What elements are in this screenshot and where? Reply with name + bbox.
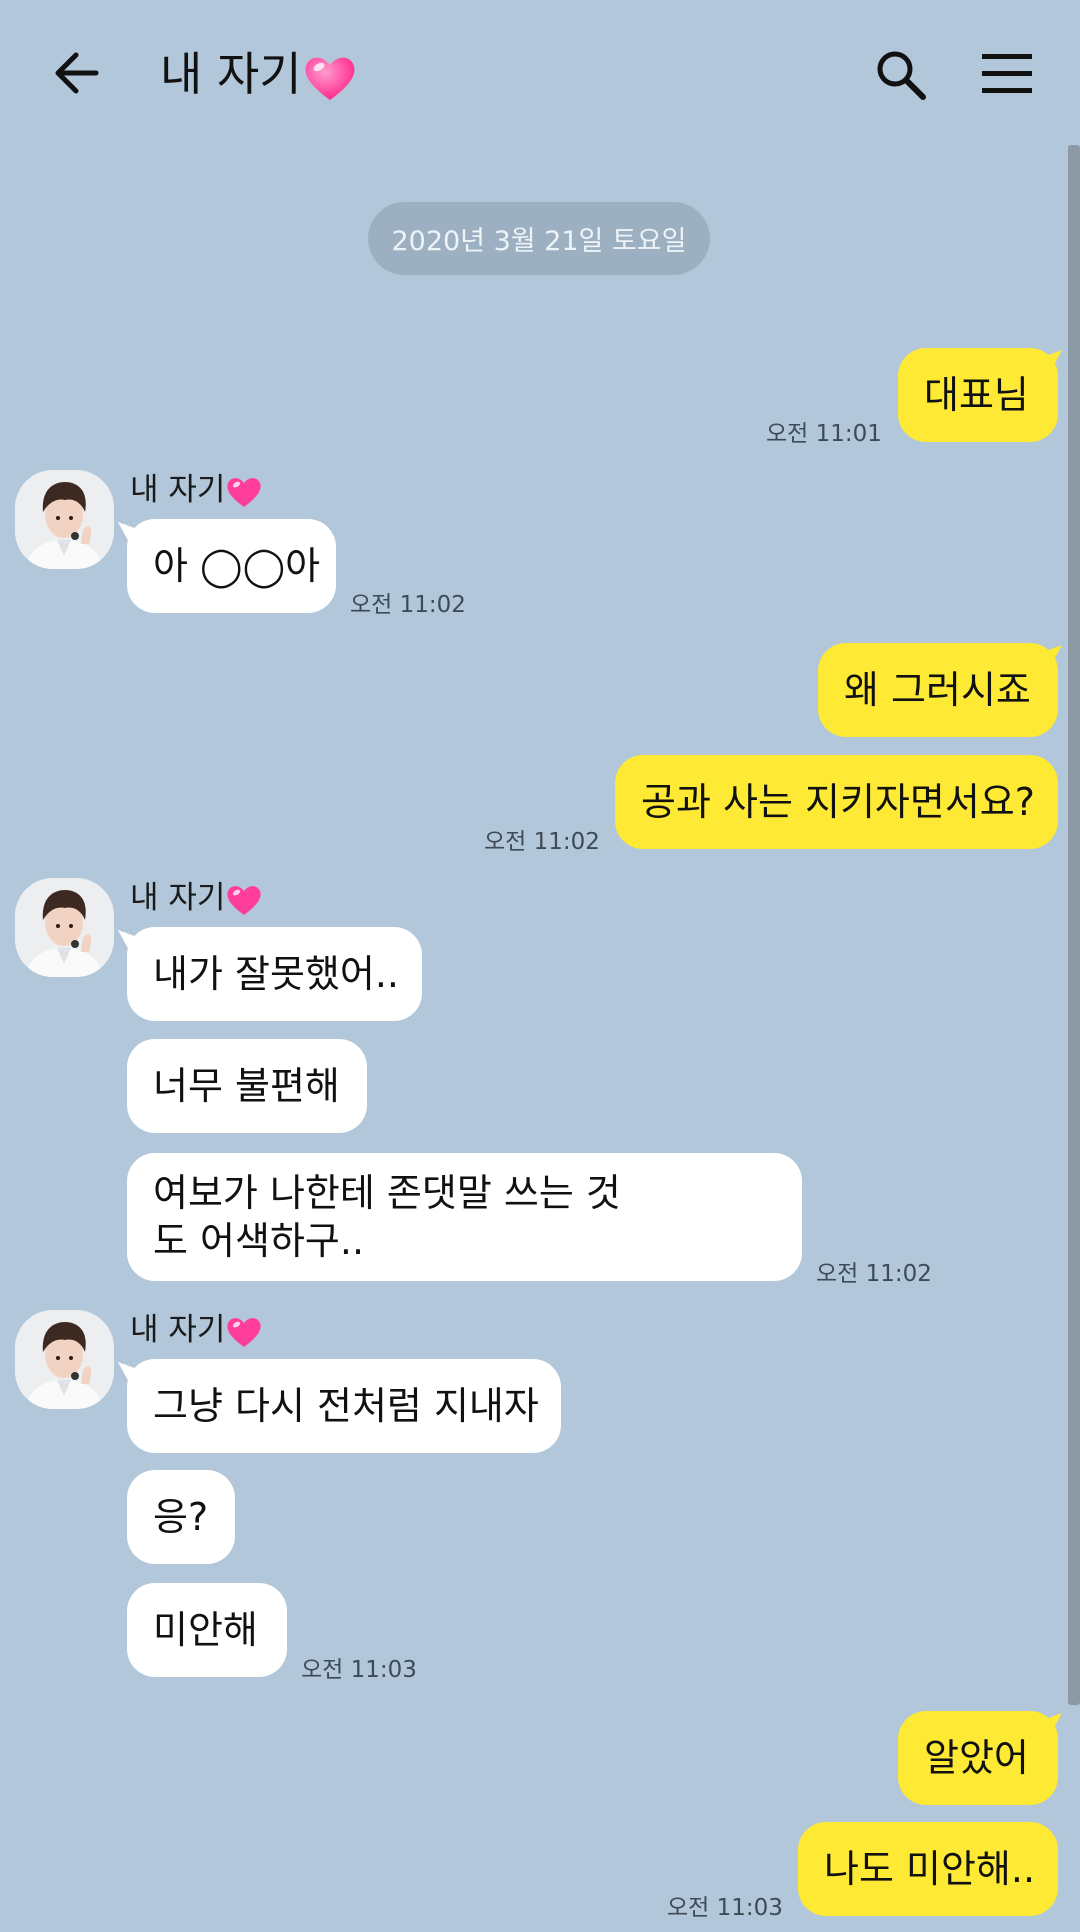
message-bubble[interactable]: 왜 그러시죠 [818, 643, 1058, 737]
message-bubble[interactable]: 그냥 다시 전처럼 지내자 [127, 1359, 561, 1453]
message-bubble[interactable]: 대표님 [898, 348, 1058, 442]
avatar[interactable] [15, 470, 114, 569]
search-button[interactable] [874, 48, 928, 102]
message-bubble[interactable]: 내가 잘못했어.. [127, 927, 422, 1021]
pink-heart-icon [227, 885, 262, 915]
pink-heart-icon [305, 57, 355, 100]
chat-title: 내 자기 [160, 44, 358, 104]
sender-name: 내 자기 [130, 878, 263, 918]
pink-heart-icon [227, 1317, 262, 1347]
avatar[interactable] [15, 1310, 114, 1409]
message-bubble[interactable]: 공과 사는 지키자면서요? [615, 755, 1058, 849]
chat-title-text: 내 자기 [160, 47, 302, 101]
message-time: 오전 11:01 [766, 421, 882, 447]
message-time: 오전 11:03 [301, 1657, 417, 1683]
pink-heart-icon [227, 477, 262, 507]
sender-name-text: 내 자기 [130, 880, 226, 916]
profile-photo-icon [15, 878, 114, 977]
date-divider: 2020년 3월 21일 토요일 [368, 202, 710, 275]
sender-name-text: 내 자기 [130, 472, 226, 508]
message-bubble[interactable]: 여보가 나한테 존댓말 쓰는 것도 어색하구.. [127, 1153, 802, 1281]
message-bubble[interactable]: 응? [127, 1470, 235, 1564]
profile-photo-icon [15, 1310, 114, 1409]
message-time: 오전 11:02 [484, 829, 600, 855]
sender-name-text: 내 자기 [130, 1312, 226, 1348]
scrollbar[interactable] [1068, 145, 1080, 1705]
message-time: 오전 11:02 [350, 592, 466, 618]
sender-name: 내 자기 [130, 1310, 263, 1350]
arrow-left-icon [55, 52, 99, 94]
message-bubble[interactable]: 미안해 [127, 1583, 287, 1677]
avatar[interactable] [15, 878, 114, 977]
message-time: 오전 11:03 [667, 1895, 783, 1921]
message-bubble[interactable]: 너무 불편해 [127, 1039, 367, 1133]
message-bubble[interactable]: 나도 미안해.. [798, 1822, 1058, 1916]
back-button[interactable] [50, 48, 102, 98]
profile-photo-icon [15, 470, 114, 569]
search-icon [877, 51, 926, 100]
message-bubble[interactable]: 아 ◯◯아 [127, 519, 336, 613]
message-bubble[interactable]: 알았어 [898, 1711, 1058, 1805]
hamburger-menu-icon [982, 54, 1032, 93]
sender-name: 내 자기 [130, 470, 263, 510]
message-time: 오전 11:02 [816, 1261, 932, 1287]
menu-button[interactable] [982, 52, 1032, 96]
